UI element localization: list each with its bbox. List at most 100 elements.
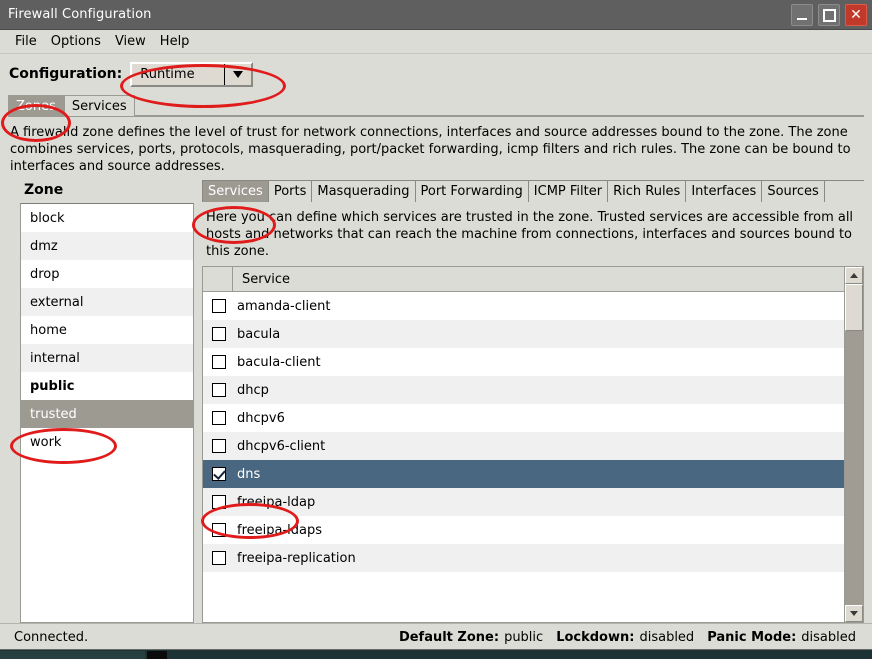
checkbox-column-header [203, 267, 233, 291]
statusbar: Connected. Default Zone: public Lockdown… [0, 623, 872, 650]
service-checkbox[interactable] [212, 551, 226, 565]
tab-ports[interactable]: Ports [267, 180, 313, 202]
default-zone-label: Default Zone: [398, 629, 500, 645]
outer-tab-bar: Zones Services [8, 94, 864, 117]
service-row[interactable]: dhcpv6 [203, 404, 844, 432]
services-panel: Services Ports Masquerading Port Forward… [194, 179, 864, 623]
service-checkbox[interactable] [212, 383, 226, 397]
taskbar-item[interactable] [147, 651, 167, 659]
service-row[interactable]: amanda-client [203, 292, 844, 320]
service-checkbox[interactable] [212, 355, 226, 369]
services-description: Here you can define which services are t… [206, 210, 854, 259]
service-row-dns[interactable]: dns [203, 460, 844, 488]
zone-list-item[interactable]: block [21, 204, 193, 232]
menu-file[interactable]: File [8, 32, 44, 51]
configuration-label: Configuration: [9, 66, 123, 82]
zone-list-item-trusted[interactable]: trusted [21, 400, 193, 428]
service-name: dhcpv6-client [237, 438, 326, 454]
taskbar-item[interactable] [0, 651, 145, 659]
services-scrollbar[interactable] [844, 267, 863, 622]
service-name: amanda-client [237, 298, 331, 314]
inner-tab-bar: Services Ports Masquerading Port Forward… [202, 179, 864, 202]
scroll-down-button[interactable] [845, 605, 863, 622]
scrollbar-thumb[interactable] [845, 284, 863, 331]
zone-list-item[interactable]: dmz [21, 232, 193, 260]
tab-icmp-filter[interactable]: ICMP Filter [527, 180, 609, 202]
service-name: dhcpv6 [237, 410, 285, 426]
service-row[interactable]: freeipa-ldaps [203, 516, 844, 544]
window-title: Firewall Configuration [8, 7, 152, 22]
service-row[interactable]: bacula-client [203, 348, 844, 376]
zone-list[interactable]: block dmz drop external home internal pu… [20, 203, 194, 623]
window-titlebar: Firewall Configuration ✕ [0, 0, 872, 30]
service-row[interactable]: freeipa-ldap [203, 488, 844, 516]
lockdown-label: Lockdown: [556, 629, 635, 645]
service-row[interactable]: dhcpv6-client [203, 432, 844, 460]
service-checkbox[interactable] [212, 411, 226, 425]
zone-list-item[interactable]: work [21, 428, 193, 456]
close-button[interactable]: ✕ [845, 4, 867, 26]
service-checkbox[interactable] [212, 439, 226, 453]
zone-list-item[interactable]: external [21, 288, 193, 316]
service-checkbox[interactable] [212, 299, 226, 313]
service-checkbox[interactable] [212, 495, 226, 509]
panic-mode-label: Panic Mode: [707, 629, 797, 645]
desktop-background: Firewall Configuration ✕ File Options Vi… [0, 0, 872, 659]
maximize-button[interactable] [818, 4, 840, 26]
tab-interfaces[interactable]: Interfaces [685, 180, 763, 202]
tab-sources[interactable]: Sources [761, 180, 825, 202]
service-name: freeipa-ldaps [237, 522, 323, 538]
service-column-header: Service [242, 271, 291, 287]
minimize-button[interactable] [791, 4, 813, 26]
tab-services-outer[interactable]: Services [63, 95, 135, 116]
connection-status: Connected. [14, 629, 89, 645]
service-row[interactable]: freeipa-replication [203, 544, 844, 572]
service-checkbox-dns[interactable] [212, 467, 226, 481]
zone-panel: Zone block dmz drop external home intern… [8, 179, 194, 623]
services-table-header: Service [203, 267, 844, 292]
services-table: Service amanda-client bacula bacula-clie… [203, 267, 844, 622]
services-table-wrapper: Service amanda-client bacula bacula-clie… [202, 266, 864, 623]
service-name: bacula [237, 326, 281, 342]
minimize-icon [797, 17, 807, 20]
default-zone-value: public [504, 629, 544, 645]
window-controls: ✕ [791, 4, 867, 26]
service-checkbox[interactable] [212, 327, 226, 341]
tab-masquerading[interactable]: Masquerading [311, 180, 416, 202]
scroll-up-button[interactable] [845, 267, 863, 284]
chevron-up-icon [850, 273, 858, 278]
service-name: dns [237, 466, 261, 482]
configuration-dropdown[interactable]: Runtime [130, 61, 254, 87]
tab-rich-rules[interactable]: Rich Rules [607, 180, 687, 202]
zone-list-item-public[interactable]: public [21, 372, 193, 400]
services-table-body: amanda-client bacula bacula-client dhcp … [203, 292, 844, 622]
configuration-dropdown-value: Runtime [140, 66, 195, 82]
configuration-row: Configuration: Runtime [0, 54, 872, 94]
chevron-down-icon[interactable] [224, 63, 251, 85]
zone-column-header: Zone [24, 182, 64, 198]
main-content: Zone block dmz drop external home intern… [0, 179, 872, 623]
service-name: freeipa-ldap [237, 494, 316, 510]
inner-tab-filler [823, 180, 864, 202]
scrollbar-track[interactable] [845, 284, 863, 605]
desktop-taskbar[interactable] [0, 649, 872, 659]
tab-services[interactable]: Services [202, 180, 269, 202]
service-row[interactable]: dhcp [203, 376, 844, 404]
maximize-icon [822, 8, 836, 22]
chevron-down-icon [850, 611, 858, 616]
zone-list-item[interactable]: internal [21, 344, 193, 372]
menu-options[interactable]: Options [44, 32, 108, 51]
tab-zones[interactable]: Zones [8, 95, 64, 116]
status-summary: Default Zone: public Lockdown: disabled … [399, 630, 864, 645]
service-name: bacula-client [237, 354, 321, 370]
service-checkbox[interactable] [212, 523, 226, 537]
firewall-configuration-window: Firewall Configuration ✕ File Options Vi… [0, 0, 872, 650]
zone-list-item[interactable]: home [21, 316, 193, 344]
zone-list-item[interactable]: drop [21, 260, 193, 288]
menubar: File Options View Help [0, 30, 872, 54]
service-row[interactable]: bacula [203, 320, 844, 348]
tab-port-forwarding[interactable]: Port Forwarding [414, 180, 529, 202]
menu-help[interactable]: Help [153, 32, 197, 51]
menu-view[interactable]: View [108, 32, 153, 51]
service-name: freeipa-replication [237, 550, 356, 566]
